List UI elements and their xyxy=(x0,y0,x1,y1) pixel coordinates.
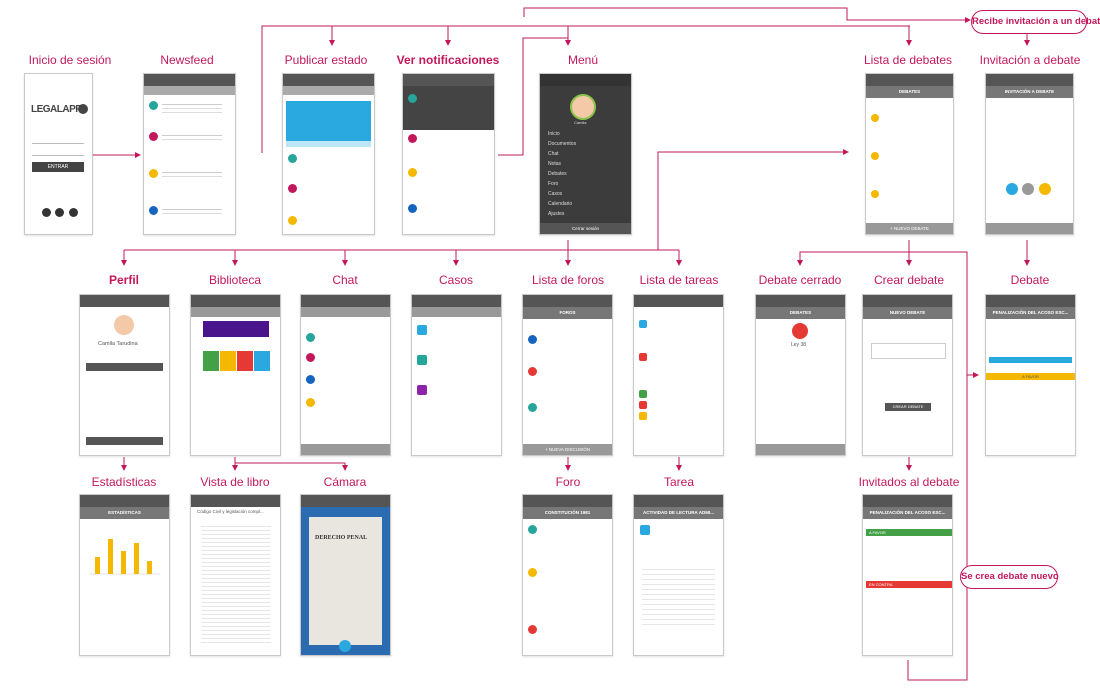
tarea-header: ACTIVIDAD DE LECTURA ADMI... xyxy=(634,507,723,519)
screen-newsfeed xyxy=(143,73,236,235)
label-foro: Foro xyxy=(555,475,581,489)
screen-login: LEGALAPP ENTRAR xyxy=(24,73,93,235)
menu-item[interactable]: Notas xyxy=(548,159,631,169)
label-tarea: Tarea xyxy=(663,475,695,489)
stats-chart xyxy=(90,539,160,575)
screen-lista-tareas xyxy=(633,294,724,456)
label-debate: Debate xyxy=(1010,273,1050,287)
screen-perfil: Camila Tarudina xyxy=(79,294,170,456)
screen-casos xyxy=(411,294,502,456)
screen-biblioteca xyxy=(190,294,281,456)
stats-bar xyxy=(147,561,152,574)
label-newsfeed: Newsfeed xyxy=(160,53,214,67)
screen-notificaciones xyxy=(402,73,495,235)
stats-header: ESTADÍSTICAS xyxy=(80,507,169,519)
invitation-header: INVITACIÓN A DEBATE xyxy=(986,86,1073,98)
screen-camara: DERECHO PENAL xyxy=(300,494,391,656)
camera-shutter-icon[interactable] xyxy=(339,640,351,652)
menu-item[interactable]: Ajustes xyxy=(548,209,631,219)
menu-item[interactable]: Debates xyxy=(548,169,631,179)
node-recibe-invitacion: Recibe invitación a un debate xyxy=(971,10,1100,34)
menu-user: Camila xyxy=(574,120,587,125)
label-chat: Chat xyxy=(332,273,358,287)
screen-debate: PENALIZACIÓN DEL ACOSO ESC... A FAVOR xyxy=(985,294,1076,456)
menu-item[interactable]: Foro xyxy=(548,179,631,189)
node-se-crea-debate: Se crea debate nuevo xyxy=(960,565,1059,589)
screen-invitacion: INVITACIÓN A DEBATE xyxy=(985,73,1074,235)
stats-bar xyxy=(95,557,100,574)
menu-item[interactable]: Casos xyxy=(548,189,631,199)
label-menu: Menú xyxy=(567,53,599,67)
label-vista-libro: Vista de libro xyxy=(200,475,270,489)
screen-lista-foros: FOROS + NUEVA DISCUSIÓN xyxy=(522,294,613,456)
foro-header: CONSTITUCIÓN 1981 xyxy=(523,507,612,519)
stats-bar xyxy=(121,551,126,574)
menu-item[interactable]: Chat xyxy=(548,149,631,159)
label-inicio: Inicio de sesión xyxy=(28,53,112,67)
new-debate-button[interactable]: + NUEVO DEBATE xyxy=(866,223,953,234)
stats-bar xyxy=(108,539,113,574)
debate-marker: A FAVOR xyxy=(986,373,1075,380)
label-invitacion: Invitación a debate xyxy=(979,53,1081,67)
label-estadisticas: Estadísticas xyxy=(91,475,157,489)
screen-lista-debates: DEBATES + NUEVO DEBATE xyxy=(865,73,954,235)
login-logo: LEGALAPP xyxy=(31,104,82,115)
screen-foro: CONSTITUCIÓN 1981 xyxy=(522,494,613,656)
foros-header: FOROS xyxy=(523,307,612,319)
invitados-contra: EN CONTRA xyxy=(866,581,952,588)
screen-chat xyxy=(300,294,391,456)
screen-estadisticas: ESTADÍSTICAS xyxy=(79,494,170,656)
screen-publicar xyxy=(282,73,375,235)
book-title: Código Civil y legislación compl... xyxy=(197,509,264,514)
label-perfil: Perfil xyxy=(108,273,140,287)
menu-item[interactable]: Documentos xyxy=(548,139,631,149)
login-button[interactable]: ENTRAR xyxy=(32,162,84,172)
label-notificaciones: Ver notificaciones xyxy=(396,53,500,67)
label-lista-tareas: Lista de tareas xyxy=(639,273,719,287)
screen-vista-libro: Código Civil y legislación compl... xyxy=(190,494,281,656)
profile-name: Camila Tarudina xyxy=(98,341,138,347)
login-user-input[interactable] xyxy=(32,136,84,144)
debate-header: PENALIZACIÓN DEL ACOSO ESC... xyxy=(986,307,1075,319)
screen-tarea: ACTIVIDAD DE LECTURA ADMI... xyxy=(633,494,724,656)
label-biblioteca: Biblioteca xyxy=(208,273,262,287)
create-debate-button[interactable]: CREAR DEBATE xyxy=(885,403,931,411)
label-publicar: Publicar estado xyxy=(284,53,368,67)
label-debate-cerrado: Debate cerrado xyxy=(758,273,842,287)
label-camara: Cámara xyxy=(323,475,367,489)
menu-item[interactable]: Inicio xyxy=(548,129,631,139)
screen-invitados: PENALIZACIÓN DEL ACOSO ESC... A FAVOR EN… xyxy=(862,494,953,656)
label-invitados: Invitados al debate xyxy=(858,475,960,489)
label-lista-debates: Lista de debates xyxy=(863,53,953,67)
invitados-header: PENALIZACIÓN DEL ACOSO ESC... xyxy=(863,507,952,519)
camera-book-title: DERECHO PENAL xyxy=(315,535,368,541)
label-casos: Casos xyxy=(438,273,474,287)
menu-logout[interactable]: Cerrar sesión xyxy=(540,223,631,234)
login-logo-icon xyxy=(78,104,88,114)
debate-cerrado-user: Ley 38 xyxy=(791,342,807,348)
menu-list: Inicio Documentos Chat Notas Debates For… xyxy=(540,129,631,219)
login-pass-input[interactable] xyxy=(32,148,84,156)
debates-header: DEBATES xyxy=(866,86,953,98)
screen-crear-debate: NUEVO DEBATE CREAR DEBATE xyxy=(862,294,953,456)
invitados-favor: A FAVOR xyxy=(866,529,952,536)
screen-menu: Camila Inicio Documentos Chat Notas Deba… xyxy=(539,73,632,235)
stats-bar xyxy=(134,543,139,574)
new-debate-header: NUEVO DEBATE xyxy=(863,307,952,319)
social-icons xyxy=(42,204,78,222)
label-crear-debate: Crear debate xyxy=(873,273,945,287)
screen-debate-cerrado: DEBATES Ley 38 xyxy=(755,294,846,456)
label-lista-foros: Lista de foros xyxy=(531,273,605,287)
menu-item[interactable]: Calendario xyxy=(548,199,631,209)
nueva-discusion-button[interactable]: + NUEVA DISCUSIÓN xyxy=(523,444,612,455)
menu-avatar xyxy=(570,94,596,120)
